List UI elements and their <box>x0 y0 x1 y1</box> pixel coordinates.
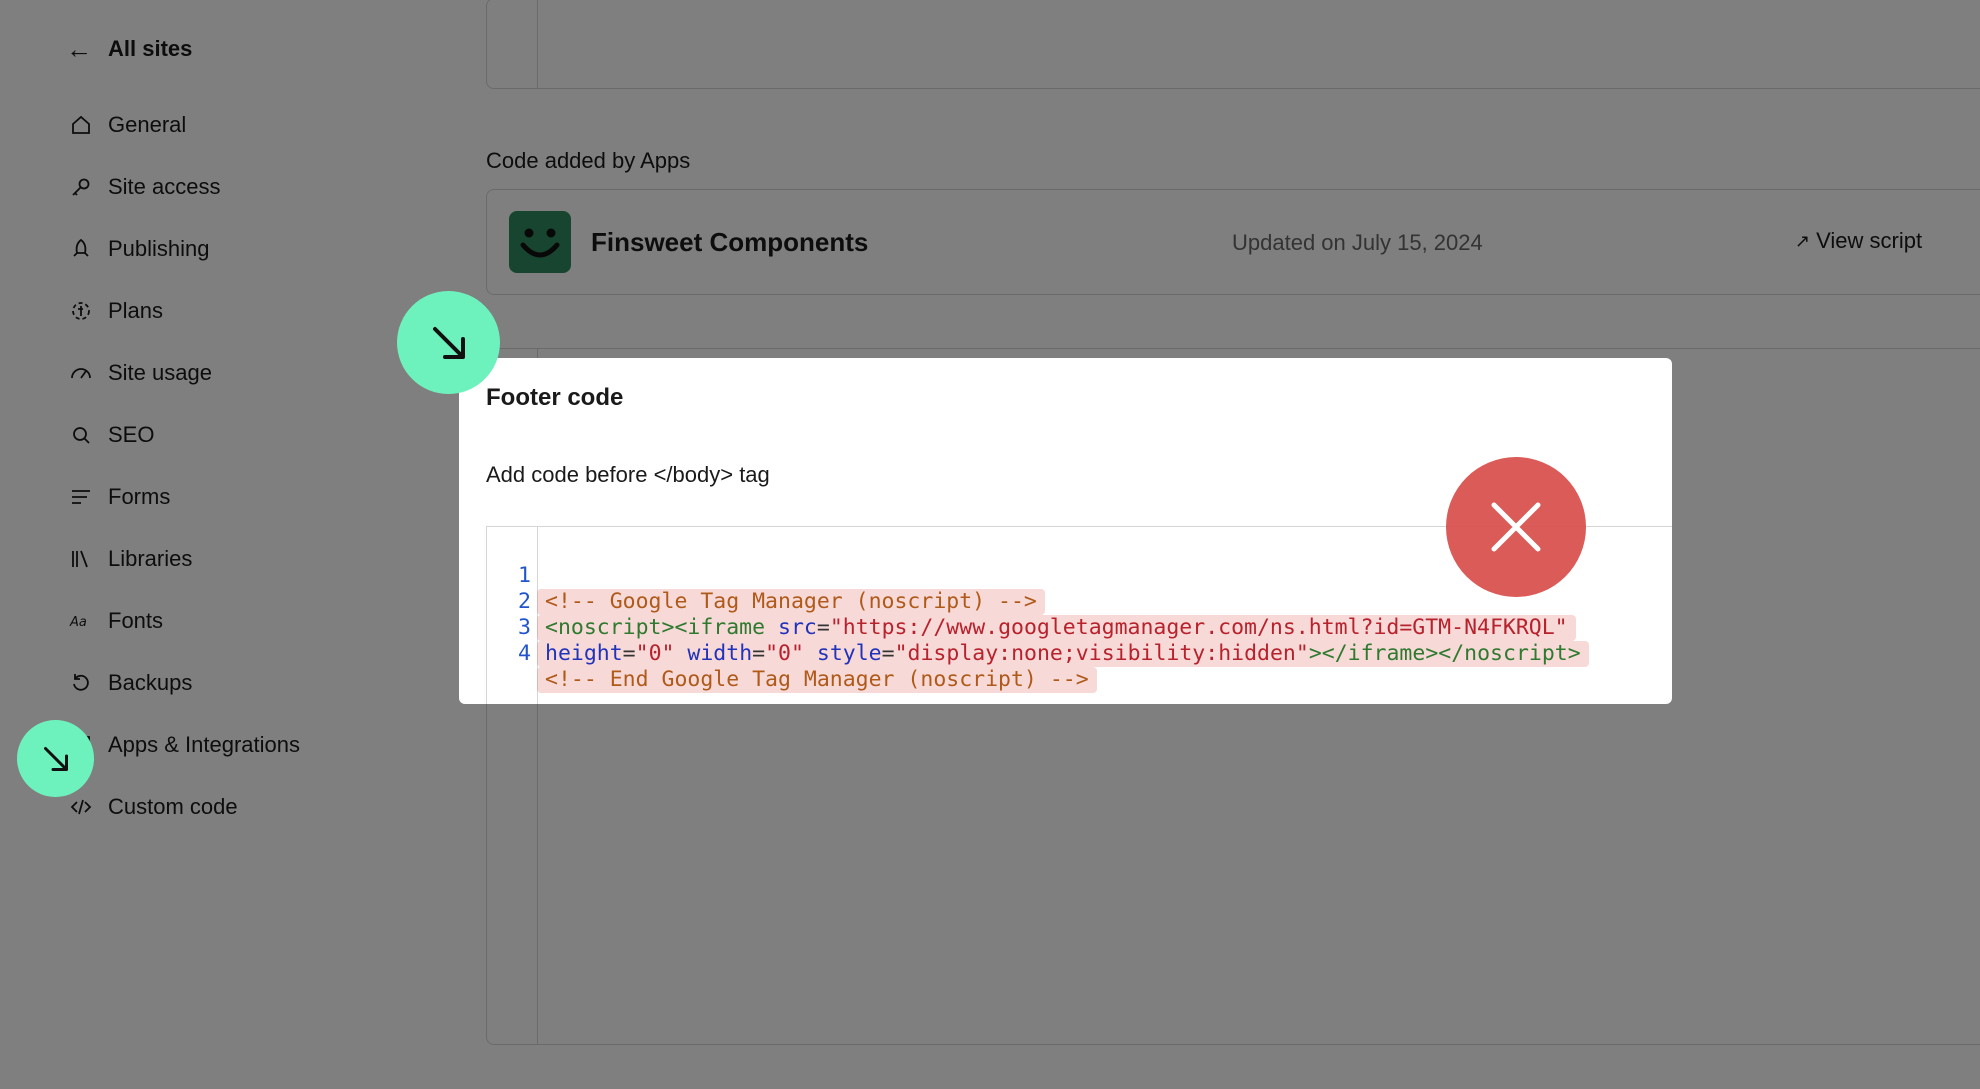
site-settings-page: ← All sites General Site access Publishi… <box>0 0 1980 1089</box>
code-line: 1 <!-- Google Tag Manager (noscript) --> <box>487 537 1045 615</box>
code-text: <noscript><iframe src="https://www.googl… <box>537 615 1576 641</box>
code-line: 3 height="0" width="0" style="display:no… <box>487 589 1589 667</box>
code-line: 4 <!-- End Google Tag Manager (noscript)… <box>487 615 1097 693</box>
footer-code-description: Add code before </body> tag <box>486 462 770 487</box>
pointer-marker-arrow-icon <box>17 720 94 797</box>
pointer-marker-arrow-icon <box>397 291 500 394</box>
line-number: 4 <box>518 641 531 666</box>
code-line: 2 <noscript><iframe src="https://www.goo… <box>487 563 1576 641</box>
footer-code-title: Footer code <box>486 384 624 411</box>
code-text: <!-- Google Tag Manager (noscript) --> <box>537 589 1045 615</box>
code-text: <!-- End Google Tag Manager (noscript) -… <box>537 667 1097 693</box>
error-marker-close-icon <box>1446 457 1586 597</box>
code-text: height="0" width="0" style="display:none… <box>537 641 1589 667</box>
